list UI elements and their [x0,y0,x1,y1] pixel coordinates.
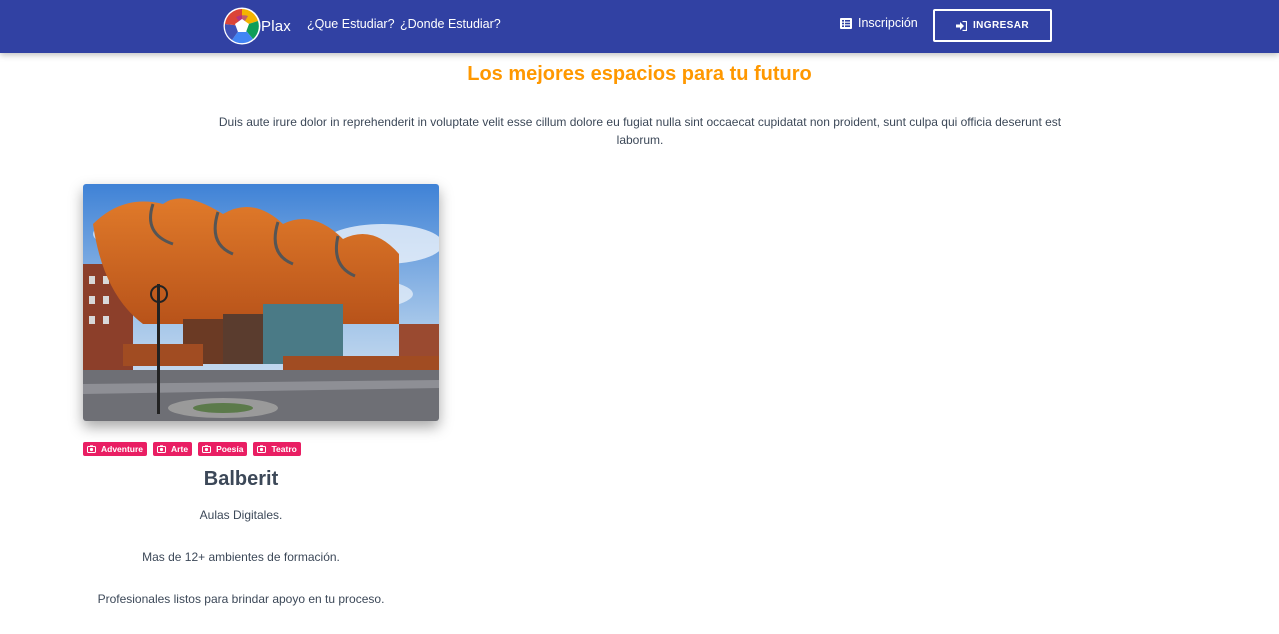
card-title: Balberit [203,468,279,490]
camera-icon [87,445,96,453]
card-feature-line: Profesionales listos para brindar apoyo … [97,592,385,606]
nav-link-inscripcion[interactable]: Inscripción [840,16,918,30]
tag-adventure[interactable]: Adventure [83,442,148,456]
inscripcion-label: Inscripción [858,16,918,30]
building-photo-icon [83,184,439,421]
plax-logo-icon [223,7,261,45]
camera-icon [202,445,212,453]
section-description: Duis aute irure dolor in reprehenderit i… [218,115,1062,147]
ingresar-label: INGRESAR [973,20,1029,31]
card-feature-line: Aulas Digitales. [199,508,283,522]
list-icon [840,17,852,29]
sign-in-icon [956,20,967,31]
brand-logo-link[interactable]: Plax [223,6,291,46]
camera-icon [257,445,267,453]
card-image[interactable] [83,184,439,421]
tag-teatro[interactable]: Teatro [253,442,301,456]
section-title: Los mejores espacios para tu futuro [467,63,812,85]
tag-list: Adventure Arte Poesía Teatro [83,442,301,456]
tag-label: Poesía [216,444,244,454]
tag-label: Arte [171,444,189,454]
tag-label: Teatro [271,444,297,454]
brand-name: Plax [261,17,291,35]
top-navbar: Plax ¿Que Estudiar? ¿Donde Estudiar? Ins… [0,0,1279,53]
nav-link-donde-estudiar[interactable]: ¿Donde Estudiar? [400,17,501,31]
card-feature-line: Mas de 12+ ambientes de formación. [142,550,340,564]
ingresar-button[interactable]: INGRESAR [933,9,1052,42]
tag-poesia[interactable]: Poesía [198,442,248,456]
nav-link-que-estudiar[interactable]: ¿Que Estudiar? [307,17,395,31]
tag-arte[interactable]: Arte [153,442,193,456]
camera-icon [157,445,167,453]
tag-label: Adventure [101,444,144,454]
